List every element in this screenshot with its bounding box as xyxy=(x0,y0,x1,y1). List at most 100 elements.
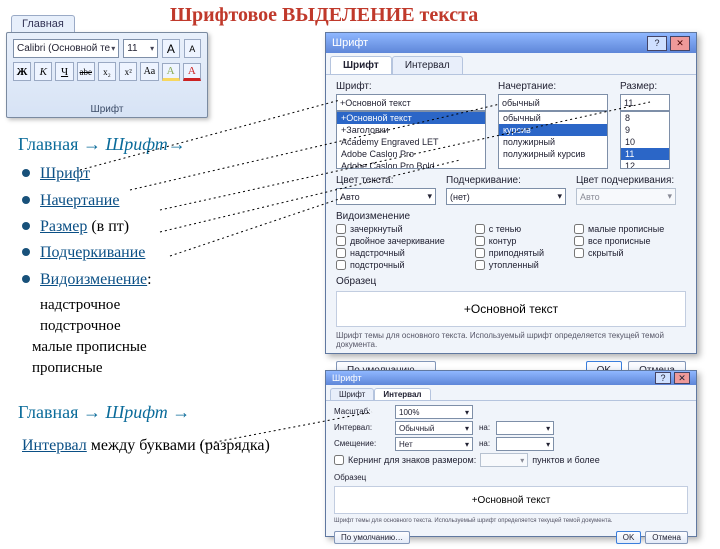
font-size-combo[interactable]: 11▾ xyxy=(123,39,158,58)
label-on-2: на: xyxy=(479,439,490,448)
color-combo[interactable]: Авто▾ xyxy=(336,188,436,205)
effect-superscript: надстрочное xyxy=(18,295,318,316)
effect-checkbox[interactable]: двойное зачеркивание xyxy=(336,236,445,246)
list-item[interactable]: курсив xyxy=(499,124,607,136)
size-input[interactable]: 11 xyxy=(620,94,670,111)
effect-checkbox[interactable]: подстрочный xyxy=(336,260,445,270)
effect-checkbox[interactable]: зачеркнутый xyxy=(336,224,445,234)
page-title: Шрифтовое ВЫДЕЛЕНИЕ текста xyxy=(170,4,478,27)
font-list[interactable]: +Основной текст+ЗаголовкиAcademy Engrave… xyxy=(336,111,486,169)
list-item[interactable]: полужирный курсив xyxy=(499,148,607,160)
effect-subscript: подстрочное xyxy=(18,316,318,337)
list-item[interactable]: Adobe Caslon Pro Bold xyxy=(337,160,485,169)
effect-checkbox[interactable]: скрытый xyxy=(574,248,664,258)
ucolor-combo: Авто▾ xyxy=(576,188,676,205)
label-color: Цвет текста: xyxy=(336,175,436,186)
ok-button-small[interactable]: OK xyxy=(616,531,642,544)
list-item[interactable]: +Заголовки xyxy=(337,124,485,136)
spacing-combo[interactable]: Обычный▾ xyxy=(395,421,473,435)
close-icon[interactable]: ✕ xyxy=(674,372,690,384)
effects-title: Видоизменение xyxy=(336,211,686,222)
cancel-button-small[interactable]: Отмена xyxy=(645,531,688,544)
effect-checkbox[interactable]: надстрочный xyxy=(336,248,445,258)
subscript-button[interactable]: x₂ xyxy=(98,62,116,81)
list-item[interactable]: Academy Engraved LET xyxy=(337,136,485,148)
effect-checkbox[interactable]: утопленный xyxy=(475,260,544,270)
tab-font[interactable]: Шрифт xyxy=(330,56,392,74)
left-column-2: Главная → Шрифт → Интервал между буквами… xyxy=(18,400,318,458)
font-name-combo[interactable]: Calibri (Основной те▾ xyxy=(13,39,119,58)
effect-checkbox[interactable]: все прописные xyxy=(574,236,664,246)
preview-box-small: +Основной текст xyxy=(334,486,688,514)
list-item[interactable]: Adobe Caslon Pro xyxy=(337,148,485,160)
list-item[interactable]: 10 xyxy=(621,136,669,148)
label-on-1: на: xyxy=(479,423,490,432)
font-color-button[interactable]: A xyxy=(183,63,201,81)
tab-font-small[interactable]: Шрифт xyxy=(330,388,374,400)
chevron-down-icon: ▾ xyxy=(150,44,154,53)
ribbon-group-caption: Шрифт xyxy=(7,104,207,115)
default-button-small[interactable]: По умолчанию… xyxy=(334,531,410,544)
label-offset: Смещение: xyxy=(334,439,389,448)
tab-spacing[interactable]: Интервал xyxy=(392,56,463,74)
close-icon[interactable]: ✕ xyxy=(670,36,690,51)
dialog-title: Шрифт xyxy=(332,37,368,49)
style-input[interactable]: обычный xyxy=(498,94,608,111)
tab-spacing-small[interactable]: Интервал xyxy=(374,388,430,400)
shrink-font-button[interactable]: A xyxy=(184,39,201,58)
preview-title: Образец xyxy=(336,276,686,287)
spacing-label: Интервал xyxy=(22,437,87,454)
kerning-size: ▾ xyxy=(480,453,528,467)
effect-checkbox[interactable]: малые прописные xyxy=(574,224,664,234)
superscript-button[interactable]: x² xyxy=(119,62,137,81)
list-item[interactable]: 12 xyxy=(621,160,669,169)
label-underline: Подчеркивание: xyxy=(446,175,566,186)
case-button[interactable]: Aa xyxy=(140,62,158,81)
chevron-down-icon: ▾ xyxy=(111,44,115,53)
kerning-unit: пунктов и более xyxy=(532,455,599,465)
feature-font: Шрифт xyxy=(18,163,318,185)
label-ucolor: Цвет подчеркивания: xyxy=(576,175,676,186)
dialog-hint-small: Шрифт темы для основного текста. Использ… xyxy=(334,518,688,524)
effect-smallcaps: малые прописные xyxy=(18,337,318,358)
font-name-value: Calibri (Основной те xyxy=(17,43,110,54)
offset-value[interactable]: ▾ xyxy=(496,437,554,451)
effect-checkbox[interactable]: с тенью xyxy=(475,224,544,234)
offset-combo[interactable]: Нет▾ xyxy=(395,437,473,451)
feature-list: Шрифт Начертание Размер (в пт) Подчеркив… xyxy=(18,163,318,291)
underline-button[interactable]: Ч xyxy=(55,62,73,81)
size-list[interactable]: 89101112 xyxy=(620,111,670,169)
scale-combo[interactable]: 100%▾ xyxy=(395,405,473,419)
spacing-value[interactable]: ▾ xyxy=(496,421,554,435)
dialog-titlebar-small: Шрифт ? ✕ xyxy=(326,371,696,385)
bold-button[interactable]: Ж xyxy=(13,62,31,81)
style-list[interactable]: обычныйкурсивполужирныйполужирный курсив xyxy=(498,111,608,169)
font-input[interactable]: +Основной текст xyxy=(336,94,486,111)
strike-button[interactable]: abe xyxy=(77,62,95,81)
list-item[interactable]: полужирный xyxy=(499,136,607,148)
list-item[interactable]: 8 xyxy=(621,112,669,124)
highlight-button[interactable]: A xyxy=(162,63,180,81)
grow-font-button[interactable]: A xyxy=(162,39,179,58)
underline-combo[interactable]: (нет)▾ xyxy=(446,188,566,205)
effect-checkbox[interactable]: контур xyxy=(475,236,544,246)
effect-checkbox[interactable]: приподнятый xyxy=(475,248,544,258)
navigation-path-2: Главная → Шрифт → xyxy=(18,400,318,425)
help-icon[interactable]: ? xyxy=(655,372,671,384)
effect-allcaps: прописные xyxy=(18,358,318,379)
font-dialog: Шрифт ? ✕ Шрифт Интервал Шрифт: +Основно… xyxy=(325,32,697,354)
label-style: Начертание: xyxy=(498,81,608,92)
label-size: Размер: xyxy=(620,81,670,92)
list-item[interactable]: обычный xyxy=(499,112,607,124)
list-item[interactable]: +Основной текст xyxy=(337,112,485,124)
kerning-label: Кернинг для знаков размером: xyxy=(348,455,476,465)
ribbon-tab-home[interactable]: Главная xyxy=(11,15,75,32)
kerning-checkbox[interactable] xyxy=(334,455,344,465)
italic-button[interactable]: К xyxy=(34,62,52,81)
left-column-1: Главная → Шрифт→ Шрифт Начертание Размер… xyxy=(18,132,318,379)
help-icon[interactable]: ? xyxy=(647,36,667,51)
preview-box: +Основной текст xyxy=(336,291,686,327)
list-item[interactable]: 11 xyxy=(621,148,669,160)
list-item[interactable]: 9 xyxy=(621,124,669,136)
effects-col-1: зачеркнутый двойное зачеркивание надстрочн… xyxy=(336,224,445,270)
